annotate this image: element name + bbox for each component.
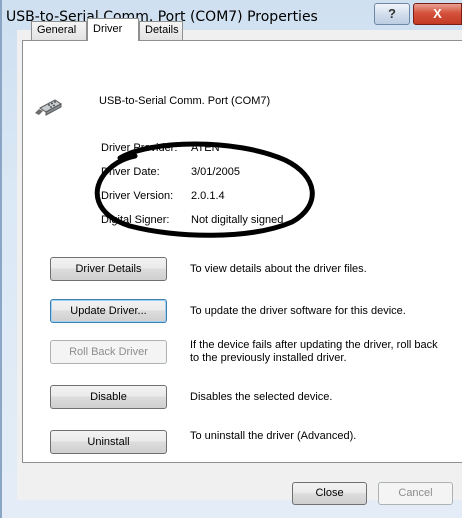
date-value: 3/01/2005 — [191, 166, 240, 178]
signer-label: Digital Signer: — [101, 214, 170, 226]
roll-back-driver-description: If the device fails after updating the d… — [190, 339, 438, 364]
roll-back-driver-button[interactable]: Roll Back Driver — [50, 340, 167, 364]
tab-driver-label: Driver — [93, 23, 123, 35]
version-value: 2.0.1.4 — [191, 190, 225, 202]
update-driver-description: To update the driver software for this d… — [190, 305, 406, 317]
close-icon: X — [433, 6, 442, 21]
provider-value: ATEN — [191, 142, 220, 154]
uninstall-button[interactable]: Uninstall — [50, 430, 167, 454]
tab-details[interactable]: Details — [139, 21, 183, 40]
tab-general-label: General — [37, 24, 77, 36]
close-button[interactable]: Close — [292, 482, 367, 505]
tab-driver[interactable]: Driver — [87, 18, 139, 41]
close-window-button[interactable]: X — [413, 3, 462, 25]
window-left-border — [0, 0, 2, 518]
provider-label: Driver Provider: — [101, 142, 178, 154]
uninstall-description: To uninstall the driver (Advanced). — [190, 430, 357, 442]
date-label: Driver Date: — [101, 166, 160, 178]
driver-details-button[interactable]: Driver Details — [50, 257, 167, 281]
disable-button[interactable]: Disable — [50, 385, 167, 409]
device-name: USB-to-Serial Comm. Port (COM7) — [99, 95, 271, 107]
help-icon: ? — [388, 6, 396, 21]
tab-details-label: Details — [145, 24, 179, 36]
driver-details-description: To view details about the driver files. — [190, 263, 367, 275]
version-label: Driver Version: — [101, 190, 174, 202]
tab-general[interactable]: General — [31, 21, 87, 40]
serial-port-connector-icon — [35, 99, 62, 116]
help-button[interactable]: ? — [374, 3, 410, 25]
signer-value: Not digitally signed — [191, 214, 284, 226]
update-driver-button[interactable]: Update Driver... — [50, 299, 167, 323]
properties-dialog: USB-to-Serial Comm. Port (COM7) Properti… — [0, 0, 462, 518]
cancel-button[interactable]: Cancel — [378, 482, 453, 505]
disable-description: Disables the selected device. — [190, 391, 333, 403]
